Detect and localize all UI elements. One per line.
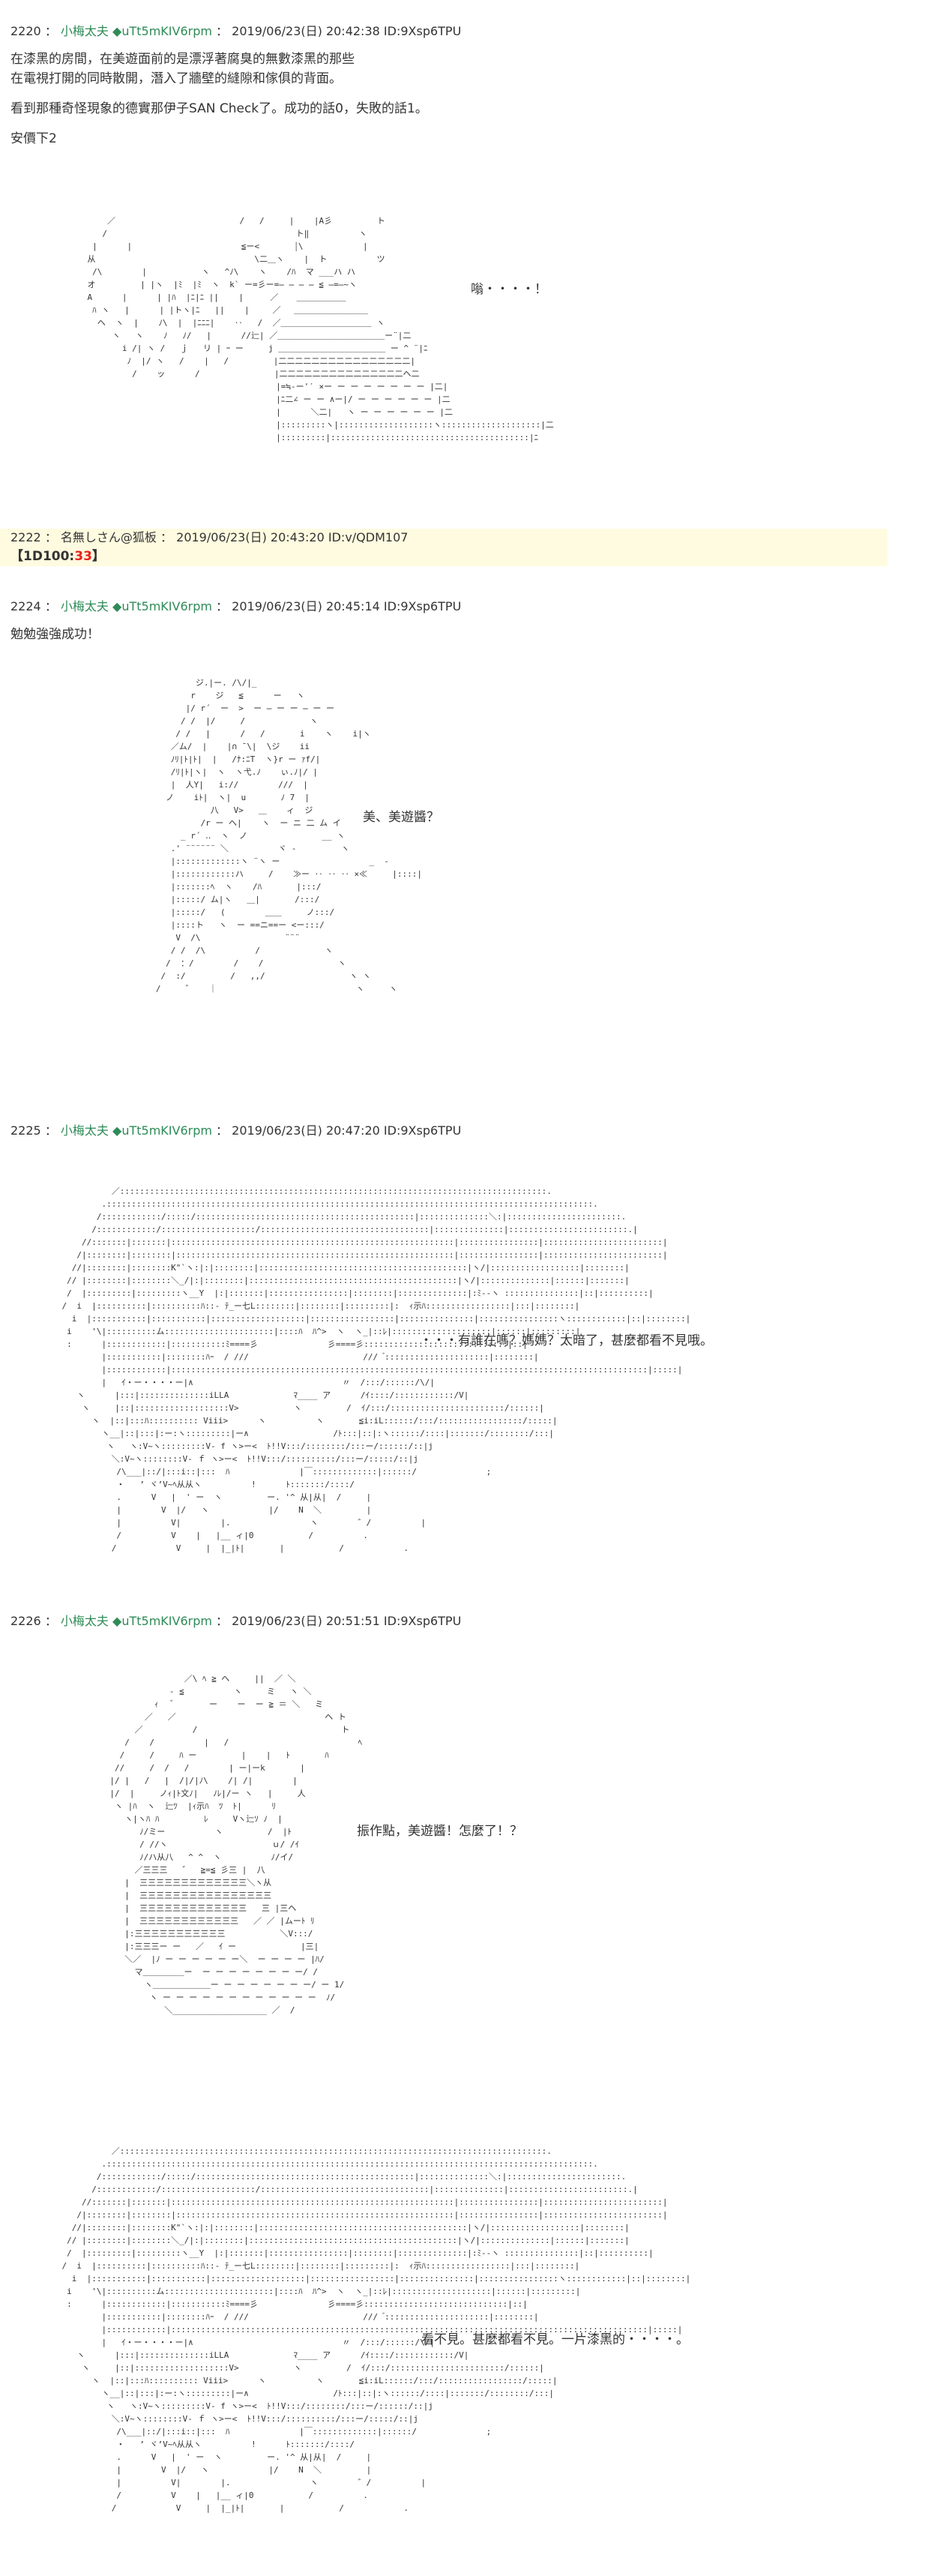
separator: ： — [44, 599, 57, 613]
post-line: 安價下2 — [10, 131, 57, 146]
post-line: 在電視打開的同時散開，潛入了牆壁的縫隙和傢俱的背面。 — [10, 71, 342, 86]
separator: ： — [44, 1614, 57, 1628]
separator: ： — [216, 1123, 229, 1138]
post-line — [10, 118, 925, 129]
post-datetime: 2019/06/23(日) 20:42:38 — [232, 24, 380, 38]
dice-result: 33 — [74, 549, 92, 564]
post-body: 勉勉強強成功！ — [10, 625, 925, 644]
poster-name: 小梅太夫 — [60, 24, 109, 38]
ascii-art: ／\ ﾍ ≧ ヘ || ／ ＼ ‐ ≦ ヽ ミ ヽ ＼ ｨ ﾞ ー ー ー ≧ … — [109, 1674, 362, 2015]
post-line: 看到那種奇怪現象的德實那伊子SAN Check了。成功的話0，失敗的話1。 — [10, 101, 428, 116]
ascii-art: ／:::::::::::::::::::::::::::::::::::::::… — [61, 2146, 691, 2513]
post-2220: 2220 ： 小梅太夫 ◆uTt5mKIV6rpm ： 2019/06/23(日… — [10, 22, 925, 148]
dice-label: 【1D100: — [10, 549, 75, 564]
speech-text: ・・・有誰在嗎？媽媽？太暗了，甚麼都看不見哦。 — [420, 1333, 713, 1348]
poster-name: 小梅太夫 — [60, 1123, 109, 1138]
separator: ： — [44, 1123, 57, 1138]
separator: ： — [216, 1614, 229, 1628]
post-header: 2224 ： 小梅太夫 ◆uTt5mKIV6rpm ： 2019/06/23(日… — [10, 598, 925, 616]
poster-id[interactable]: ID:9Xsp6TPU — [384, 599, 461, 613]
ascii-art-miyu: ジ.|ー. /\/|_ r ジ ≦ ー ヽ |/ r´ ー > ー ̶ ー ー … — [141, 676, 422, 995]
post-header: 2222 ： 名無しさん@狐板 ： 2019/06/23(日) 20:43:20… — [10, 529, 888, 547]
ascii-art-shaken: ／\ ﾍ ≧ ヘ || ／ ＼ ‐ ≦ ヽ ミ ヽ ＼ ｨ ﾞ ー ー ー ≧ … — [75, 1672, 362, 2017]
post-number[interactable]: 2224 — [10, 599, 41, 613]
speech-text: 嗡・・・・！ — [471, 282, 547, 297]
dice-roll: 【1D100:33】 — [10, 547, 888, 566]
post-datetime: 2019/06/23(日) 20:45:14 — [232, 599, 380, 613]
post-datetime: 2019/06/23(日) 20:43:20 — [176, 530, 325, 544]
speech-text: 振作點，美遊醬！怎麼了！？ — [357, 1824, 522, 1839]
post-line: 勉勉強強成功！ — [10, 627, 100, 642]
poster-id[interactable]: ID:9Xsp6TPU — [384, 24, 461, 38]
ascii-art: ／ / / | |A彡 ト / ト‖ ヽ | | ≦ー< ￨\ | 从 \二＿ヽ… — [87, 216, 554, 442]
post-header: 2220 ： 小梅太夫 ◆uTt5mKIV6rpm ： 2019/06/23(日… — [10, 22, 925, 40]
post-datetime: 2019/06/23(日) 20:47:20 — [232, 1123, 380, 1138]
ascii-art-miyu-dark-2: ／:::::::::::::::::::::::::::::::::::::::… — [42, 2145, 690, 2515]
poster-id[interactable]: ID:v/QDM107 — [328, 530, 409, 544]
poster-trip: ◆uTt5mKIV6rpm — [112, 24, 212, 38]
post-line: 在漆黑的房間，在美遊面前的是漂浮著腐臭的無數漆黑的那些 — [10, 52, 355, 67]
ascii-art: ／:::::::::::::::::::::::::::::::::::::::… — [61, 1186, 691, 1553]
separator: ： — [216, 24, 229, 38]
post-line — [10, 88, 925, 99]
post-datetime: 2019/06/23(日) 20:51:51 — [232, 1614, 380, 1628]
dice-close: 】 — [91, 549, 105, 564]
post-body: 在漆黑的房間，在美遊面前的是漂浮著腐臭的無數漆黑的那些 在電視打開的同時散開，潛… — [10, 49, 925, 148]
poster-trip: ◆uTt5mKIV6rpm — [112, 1614, 212, 1628]
ascii-art-miyu-dark-1: ／:::::::::::::::::::::::::::::::::::::::… — [42, 1185, 690, 1555]
post-2224: 2224 ： 小梅太夫 ◆uTt5mKIV6rpm ： 2019/06/23(日… — [10, 598, 925, 644]
speech-text: 看不見。甚麼都看不見。一片漆黑的・・・・。 — [421, 2332, 689, 2347]
post-header: 2225 ： 小梅太夫 ◆uTt5mKIV6rpm ： 2019/06/23(日… — [10, 1122, 925, 1140]
ascii-art-swarm: ／ / / | |A彡 ト / ト‖ ヽ | | ≦ー< ￨\ | 从 \二＿ヽ… — [67, 214, 554, 444]
poster-name: 名無しさん@狐板 — [60, 530, 157, 544]
post-header: 2226 ： 小梅太夫 ◆uTt5mKIV6rpm ： 2019/06/23(日… — [10, 1612, 925, 1630]
post-2226: 2226 ： 小梅太夫 ◆uTt5mKIV6rpm ： 2019/06/23(日… — [10, 1612, 925, 1630]
poster-trip: ◆uTt5mKIV6rpm — [112, 599, 212, 613]
post-number[interactable]: 2222 — [10, 530, 41, 544]
poster-trip: ◆uTt5mKIV6rpm — [112, 1123, 212, 1138]
separator: ： — [44, 530, 57, 544]
separator: ： — [44, 24, 57, 38]
separator: ： — [216, 599, 229, 613]
post-2222: 2222 ： 名無しさん@狐板 ： 2019/06/23(日) 20:43:20… — [0, 529, 888, 566]
post-number[interactable]: 2226 — [10, 1614, 41, 1628]
ascii-art: ジ.|ー. /\/|_ r ジ ≦ ー ヽ |/ r´ ー > ー ̶ ー ー … — [155, 678, 423, 994]
speech-text: 美、美遊醬？ — [363, 810, 439, 825]
post-number[interactable]: 2220 — [10, 24, 41, 38]
poster-id[interactable]: ID:9Xsp6TPU — [384, 1614, 461, 1628]
poster-name: 小梅太夫 — [60, 1614, 109, 1628]
post-2225: 2225 ： 小梅太夫 ◆uTt5mKIV6rpm ： 2019/06/23(日… — [10, 1122, 925, 1140]
post-number[interactable]: 2225 — [10, 1123, 41, 1138]
separator: ： — [160, 530, 173, 544]
poster-name: 小梅太夫 — [60, 599, 109, 613]
poster-id[interactable]: ID:9Xsp6TPU — [384, 1123, 461, 1138]
